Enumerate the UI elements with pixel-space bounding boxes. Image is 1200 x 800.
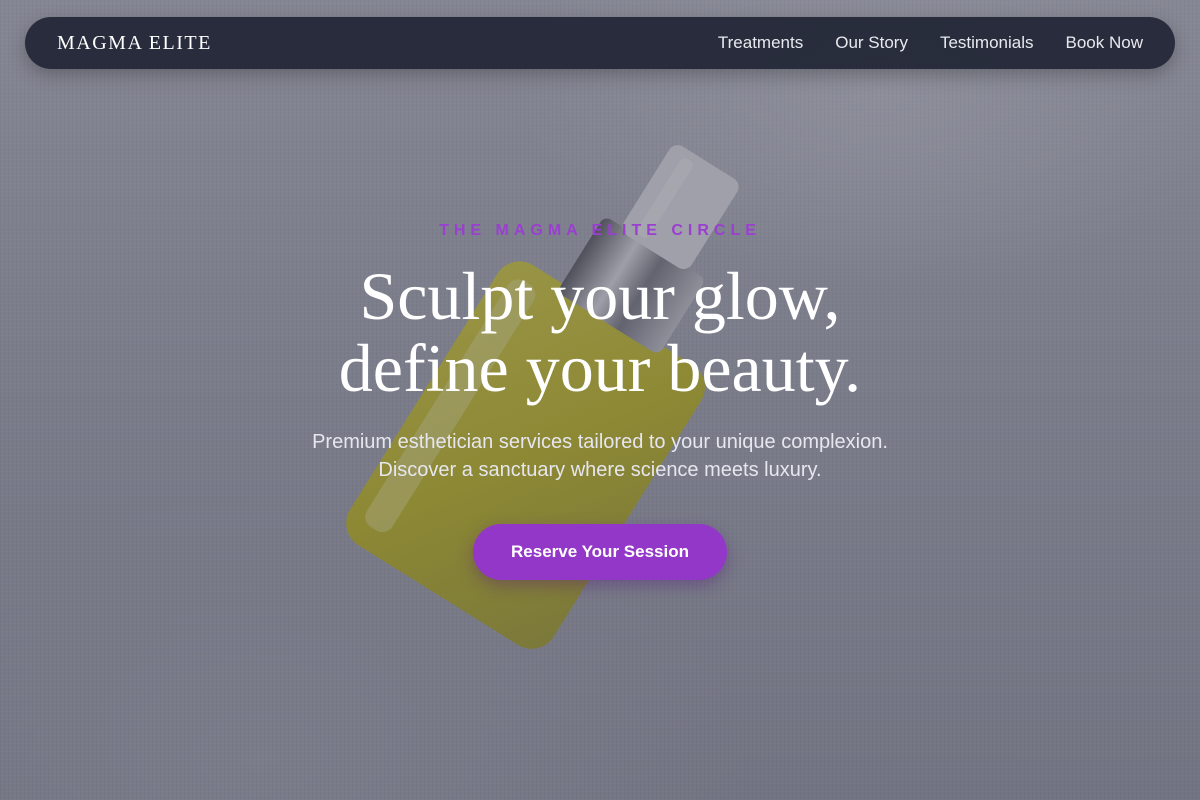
hero-subtext-line-2: Discover a sanctuary where science meets… [378, 459, 822, 481]
nav-link-our-story[interactable]: Our Story [835, 33, 908, 53]
hero-headline-line-2: define your beauty. [338, 330, 862, 406]
hero-headline-line-1: Sculpt your glow, [359, 258, 841, 334]
hero-headline: Sculpt your glow, define your beauty. [0, 260, 1200, 404]
nav-link-treatments[interactable]: Treatments [718, 33, 803, 53]
hero-subtext: Premium esthetician services tailored to… [0, 428, 1200, 484]
nav-link-testimonials[interactable]: Testimonials [940, 33, 1034, 53]
nav-links: Treatments Our Story Testimonials Book N… [718, 33, 1143, 53]
top-navigation-bar: MAGMA ELITE Treatments Our Story Testimo… [25, 17, 1175, 69]
brand-logo-text[interactable]: MAGMA ELITE [57, 32, 212, 55]
nav-link-book-now[interactable]: Book Now [1066, 33, 1143, 53]
hero-eyebrow: THE MAGMA ELITE CIRCLE [439, 222, 761, 239]
hero-subtext-line-1: Premium esthetician services tailored to… [312, 431, 888, 453]
reserve-session-button[interactable]: Reserve Your Session [473, 524, 727, 580]
